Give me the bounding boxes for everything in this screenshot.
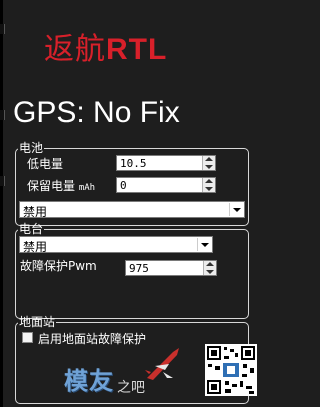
dropdown-button[interactable] [197, 238, 211, 251]
spin-down-icon[interactable] [206, 270, 214, 274]
title-cjk: 返航 [44, 32, 106, 67]
chevron-down-icon [201, 243, 209, 247]
spin-up-icon[interactable] [205, 157, 213, 161]
left-marker [0, 176, 5, 186]
reserve-label-text: 保留电量 [27, 179, 76, 193]
page-title: 返航RTL [44, 24, 167, 68]
spinner-arrows[interactable] [202, 156, 215, 170]
radio-action-select[interactable]: 禁用 [19, 236, 213, 254]
left-border [0, 0, 3, 407]
ground-station-group-legend: 地面站 [19, 315, 56, 329]
spinner-arrows[interactable] [202, 178, 215, 192]
radio-group-legend: 电台 [19, 222, 44, 236]
spin-down-icon[interactable] [205, 165, 213, 169]
reserve-mah-label: 保留电量 mAh [27, 177, 95, 194]
left-marker [0, 24, 5, 34]
title-latin: RTL [106, 33, 168, 66]
reserve-unit: mAh [78, 183, 96, 193]
rtl-settings-panel: 返航RTL GPS: No Fix 电池 低电量 10.5 保留电量 mAh 0… [0, 0, 263, 407]
watermark-logo-text: 模友 [64, 366, 114, 395]
radio-action-value: 禁用 [23, 240, 48, 254]
spin-up-icon[interactable] [206, 262, 214, 266]
battery-action-select[interactable]: 禁用 [19, 201, 245, 219]
gps-status: GPS: No Fix [13, 96, 180, 129]
gcs-failsafe-checkbox[interactable] [22, 332, 33, 343]
reserve-mah-spinbox[interactable]: 0 [116, 177, 216, 193]
airplane-logo-icon [145, 348, 179, 380]
spinner-arrows[interactable] [203, 261, 216, 275]
failsafe-pwm-label: 故障保护Pwm [20, 259, 97, 273]
low-voltage-spinbox[interactable]: 10.5 [116, 155, 216, 171]
spin-down-icon[interactable] [205, 187, 213, 191]
battery-group-legend: 电池 [19, 141, 44, 155]
dropdown-button[interactable] [229, 203, 243, 216]
failsafe-pwm-spinbox[interactable]: 975 [125, 260, 217, 276]
spin-up-icon[interactable] [205, 179, 213, 183]
gcs-failsafe-label[interactable]: 启用地面站故障保护 [38, 330, 146, 347]
low-voltage-label: 低电量 [27, 157, 64, 171]
qr-code-icon [205, 344, 257, 396]
left-marker [0, 110, 5, 120]
reserve-mah-value: 0 [120, 179, 127, 192]
failsafe-pwm-value: 975 [129, 262, 149, 275]
low-voltage-value: 10.5 [120, 157, 147, 170]
watermark-sub-text: 之吧 [117, 379, 145, 395]
chevron-down-icon [233, 208, 241, 212]
battery-action-value: 禁用 [23, 205, 48, 219]
